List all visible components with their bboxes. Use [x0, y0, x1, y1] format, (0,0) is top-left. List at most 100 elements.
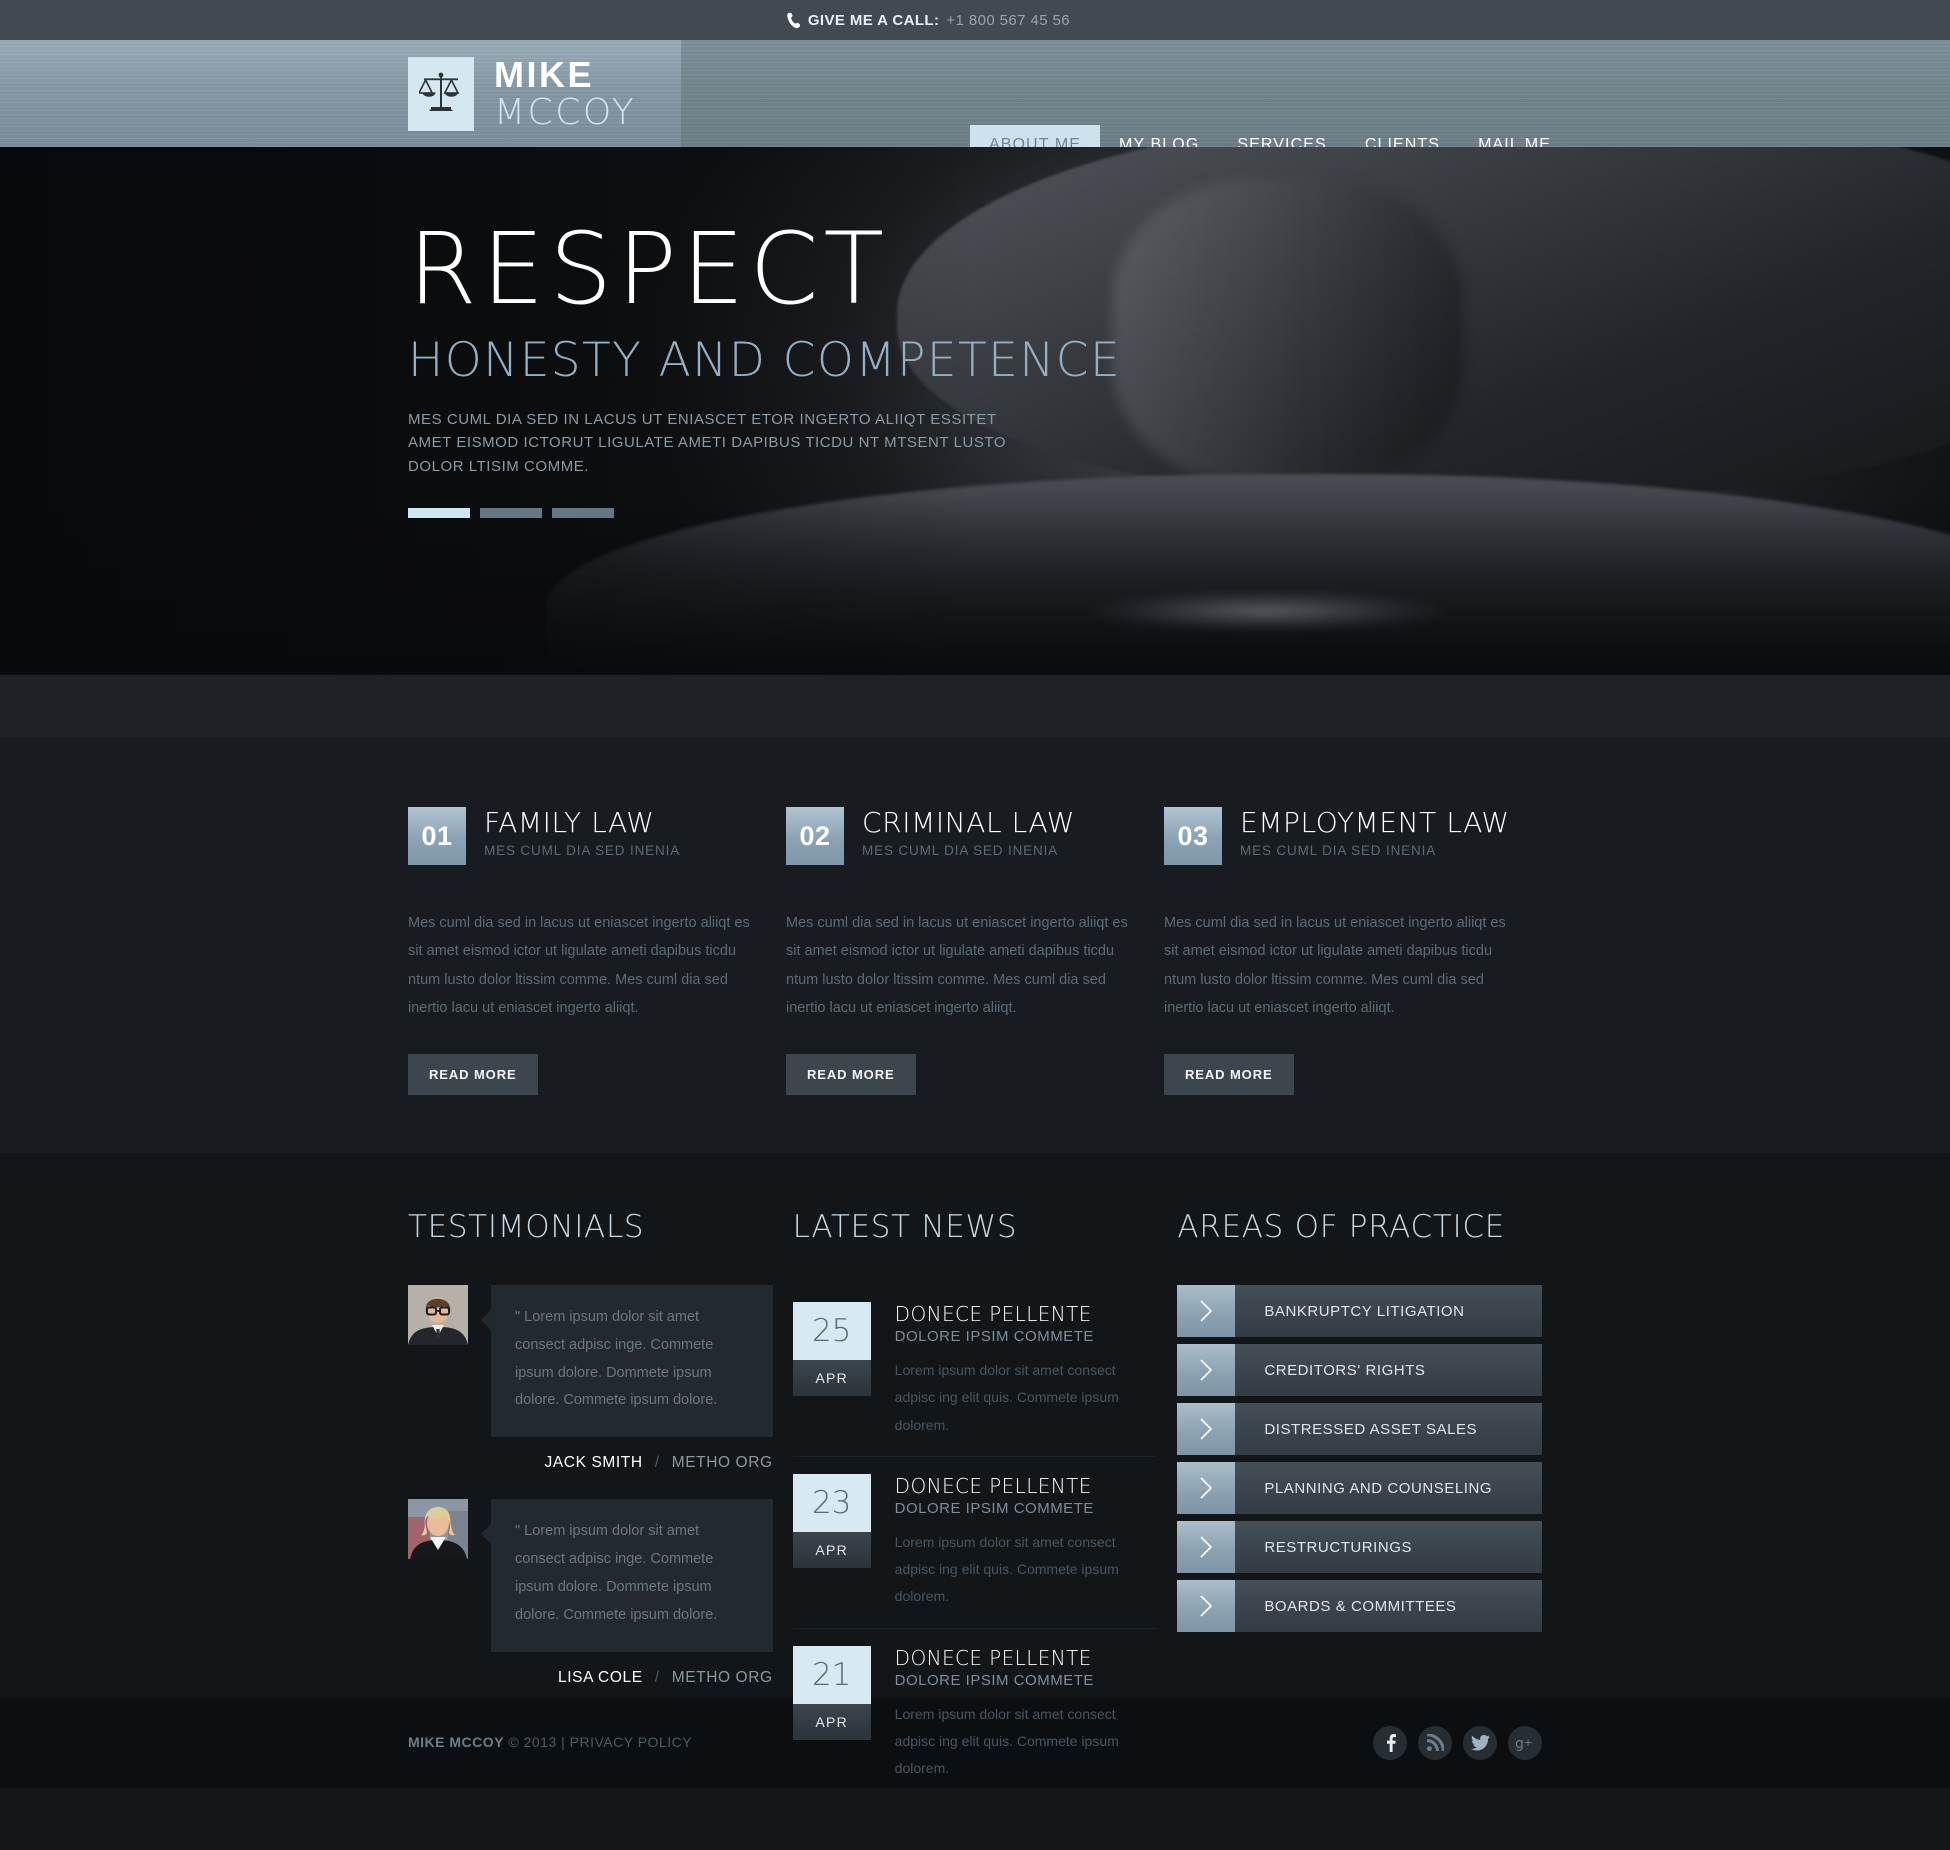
chevron-right-icon: [1177, 1285, 1236, 1337]
area-item-label: RESTRUCTURINGS: [1235, 1521, 1543, 1573]
news-heading: DONECE PELLENTE: [894, 1473, 1092, 1498]
area-item-bankruptcy-litigation[interactable]: BANKRUPTCY LITIGATION: [1177, 1285, 1543, 1337]
news-date-badge: 25 APR: [792, 1302, 871, 1439]
areas-column: AREAS OF PRACTICE BANKRUPTCY LITIGATION …: [1177, 1209, 1543, 1800]
service-body: Mes cuml dia sed in lacus ut eniascet in…: [1164, 915, 1506, 1016]
rss-icon[interactable]: [1418, 1726, 1452, 1760]
service-subtitle: MES CUML DIA SED INENIA: [862, 843, 1059, 859]
facebook-icon[interactable]: [1373, 1726, 1407, 1760]
footer-copy-text[interactable]: © 2013 | PRIVACY POLICY: [504, 1734, 692, 1750]
area-item-label: BOARDS & COMMITTEES: [1235, 1580, 1543, 1632]
nav-item-clients[interactable]: CLIENTS: [1346, 125, 1459, 147]
news-day: 21: [792, 1645, 871, 1704]
news-body: Lorem ipsum dolor sit amet consect adpis…: [894, 1705, 1119, 1777]
twitter-icon[interactable]: [1463, 1726, 1497, 1760]
area-item-label: BANKRUPTCY LITIGATION: [1235, 1285, 1543, 1337]
news-subheading: DOLORE IPSIM COMMETE: [894, 1499, 1094, 1517]
news-item[interactable]: 25 APR DONECE PELLENTE DOLORE IPSIM COMM…: [792, 1285, 1158, 1456]
top-bar: GIVE ME A CALL: +1 800 567 45 56: [0, 0, 1950, 40]
logo-last-name: MCCOY: [494, 91, 637, 133]
service-card: 02 CRIMINAL LAW MES CUML DIA SED INENIA …: [786, 806, 1144, 1096]
chevron-right-icon: [1177, 1580, 1236, 1632]
news-body: Lorem ipsum dolor sit amet consect adpis…: [894, 1362, 1119, 1433]
slider-dot-2[interactable]: [480, 507, 542, 518]
news-month: APR: [792, 1703, 871, 1740]
testimonial-item: " Lorem ipsum dolor sit amet consect adp…: [408, 1499, 773, 1652]
slider-pagination: [408, 507, 1308, 518]
nav-item-about-me[interactable]: ABOUT ME: [969, 125, 1101, 147]
area-item-creditors-rights[interactable]: CREDITORS' RIGHTS: [1177, 1344, 1543, 1396]
news-item[interactable]: 23 APR DONECE PELLENTE DOLORE IPSIM COMM…: [792, 1455, 1158, 1628]
site-logo[interactable]: MIKE MCCOY: [408, 57, 636, 131]
news-date-badge: 23 APR: [792, 1473, 871, 1611]
lower-section: TESTIMONIALS " Lorem ipsum dolor sit ame…: [0, 1153, 1950, 1776]
news-item[interactable]: 21 APR DONECE PELLENTE DOLORE IPSIM COMM…: [792, 1627, 1158, 1800]
hero-description: MES CUML DIA SED IN LACUS UT ENIASCET ET…: [408, 411, 1007, 475]
logo-first-name: MIKE: [494, 54, 594, 96]
hero-title: RESPECT: [408, 212, 890, 327]
scales-of-justice-icon: [408, 57, 474, 131]
service-subtitle: MES CUML DIA SED INENIA: [1240, 843, 1437, 859]
news-month: APR: [792, 1360, 871, 1396]
service-title: EMPLOYMENT LAW: [1240, 806, 1510, 839]
google-plus-icon[interactable]: g +: [1508, 1726, 1542, 1760]
footer-brand: MIKE MCCOY: [408, 1734, 504, 1750]
hero-subtitle: HONESTY AND COMPETENCE: [408, 333, 1122, 388]
testimonial-org: METHO ORG: [671, 1454, 773, 1472]
testimonial-separator: /: [654, 1454, 660, 1472]
news-day: 25: [792, 1302, 871, 1360]
service-body: Mes cuml dia sed in lacus ut eniascet in…: [786, 915, 1128, 1016]
area-item-restructurings[interactable]: RESTRUCTURINGS: [1177, 1521, 1543, 1573]
area-item-label: CREDITORS' RIGHTS: [1235, 1344, 1543, 1396]
slider-dot-1[interactable]: [408, 507, 470, 518]
read-more-button[interactable]: READ MORE: [1164, 1054, 1294, 1096]
testimonial-quote: " Lorem ipsum dolor sit amet consect adp…: [491, 1285, 773, 1438]
areas-title: AREAS OF PRACTICE: [1177, 1209, 1505, 1245]
service-card: 01 FAMILY LAW MES CUML DIA SED INENIA Me…: [408, 806, 766, 1096]
testimonial-author: LISA COLE: [558, 1668, 643, 1686]
phone-icon: [787, 12, 801, 29]
nav-item-my-blog[interactable]: MY BLOG: [1100, 125, 1218, 147]
service-card: 03 EMPLOYMENT LAW MES CUML DIA SED INENI…: [1164, 806, 1522, 1096]
area-item-boards-and-committees[interactable]: BOARDS & COMMITTEES: [1177, 1580, 1543, 1632]
service-title: FAMILY LAW: [484, 806, 655, 839]
news-month: APR: [792, 1531, 871, 1568]
nav-item-mail-me[interactable]: MAIL ME: [1459, 125, 1570, 147]
service-title: CRIMINAL LAW: [862, 806, 1076, 839]
news-heading: DONECE PELLENTE: [894, 1645, 1092, 1670]
area-item-planning-and-counseling[interactable]: PLANNING AND COUNSELING: [1177, 1462, 1543, 1514]
news-column: LATEST NEWS 25 APR DONECE PELLENTE DOLOR…: [792, 1209, 1158, 1800]
service-subtitle: MES CUML DIA SED INENIA: [484, 843, 681, 859]
testimonial-attribution: JACK SMITH / METHO ORG: [408, 1454, 773, 1472]
testimonial-quote: " Lorem ipsum dolor sit amet consect adp…: [491, 1499, 773, 1652]
news-date-badge: 21 APR: [792, 1645, 871, 1783]
main-navigation: ABOUT ME MY BLOG SERVICES CLIENTS MAIL M…: [969, 125, 1570, 147]
news-heading: DONECE PELLENTE: [894, 1302, 1092, 1326]
read-more-button[interactable]: READ MORE: [408, 1054, 538, 1096]
read-more-button[interactable]: READ MORE: [786, 1054, 916, 1096]
social-links: g +: [1373, 1726, 1542, 1760]
footer-copyright: MIKE MCCOY © 2013 | PRIVACY POLICY: [408, 1734, 692, 1752]
service-number: 01: [408, 807, 466, 865]
section-divider-band: [0, 675, 1950, 737]
service-number: 02: [786, 807, 844, 865]
phone-number[interactable]: +1 800 567 45 56: [946, 12, 1070, 29]
chevron-right-icon: [1177, 1403, 1236, 1455]
news-body: Lorem ipsum dolor sit amet consect adpis…: [894, 1533, 1119, 1605]
chevron-right-icon: [1177, 1521, 1236, 1573]
testimonial-item: " Lorem ipsum dolor sit amet consect adp…: [408, 1285, 773, 1438]
testimonial-attribution: LISA COLE / METHO ORG: [408, 1669, 773, 1687]
hero-slider: RESPECT HONESTY AND COMPETENCE MES CUML …: [0, 147, 1950, 675]
avatar: [408, 1285, 468, 1345]
area-item-label: PLANNING AND COUNSELING: [1235, 1462, 1543, 1514]
nav-item-services[interactable]: SERVICES: [1218, 125, 1345, 147]
news-subheading: DOLORE IPSIM COMMETE: [894, 1671, 1094, 1689]
testimonials-column: TESTIMONIALS " Lorem ipsum dolor sit ame…: [408, 1209, 773, 1800]
site-header: MIKE MCCOY ABOUT ME MY BLOG SERVICES CLI…: [0, 40, 1950, 147]
slider-dot-3[interactable]: [552, 507, 614, 518]
svg-text:+: +: [1524, 1736, 1533, 1749]
testimonial-org: METHO ORG: [671, 1668, 773, 1686]
service-body: Mes cuml dia sed in lacus ut eniascet in…: [408, 915, 750, 1016]
area-item-distressed-asset-sales[interactable]: DISTRESSED ASSET SALES: [1177, 1403, 1543, 1455]
news-day: 23: [792, 1473, 871, 1532]
